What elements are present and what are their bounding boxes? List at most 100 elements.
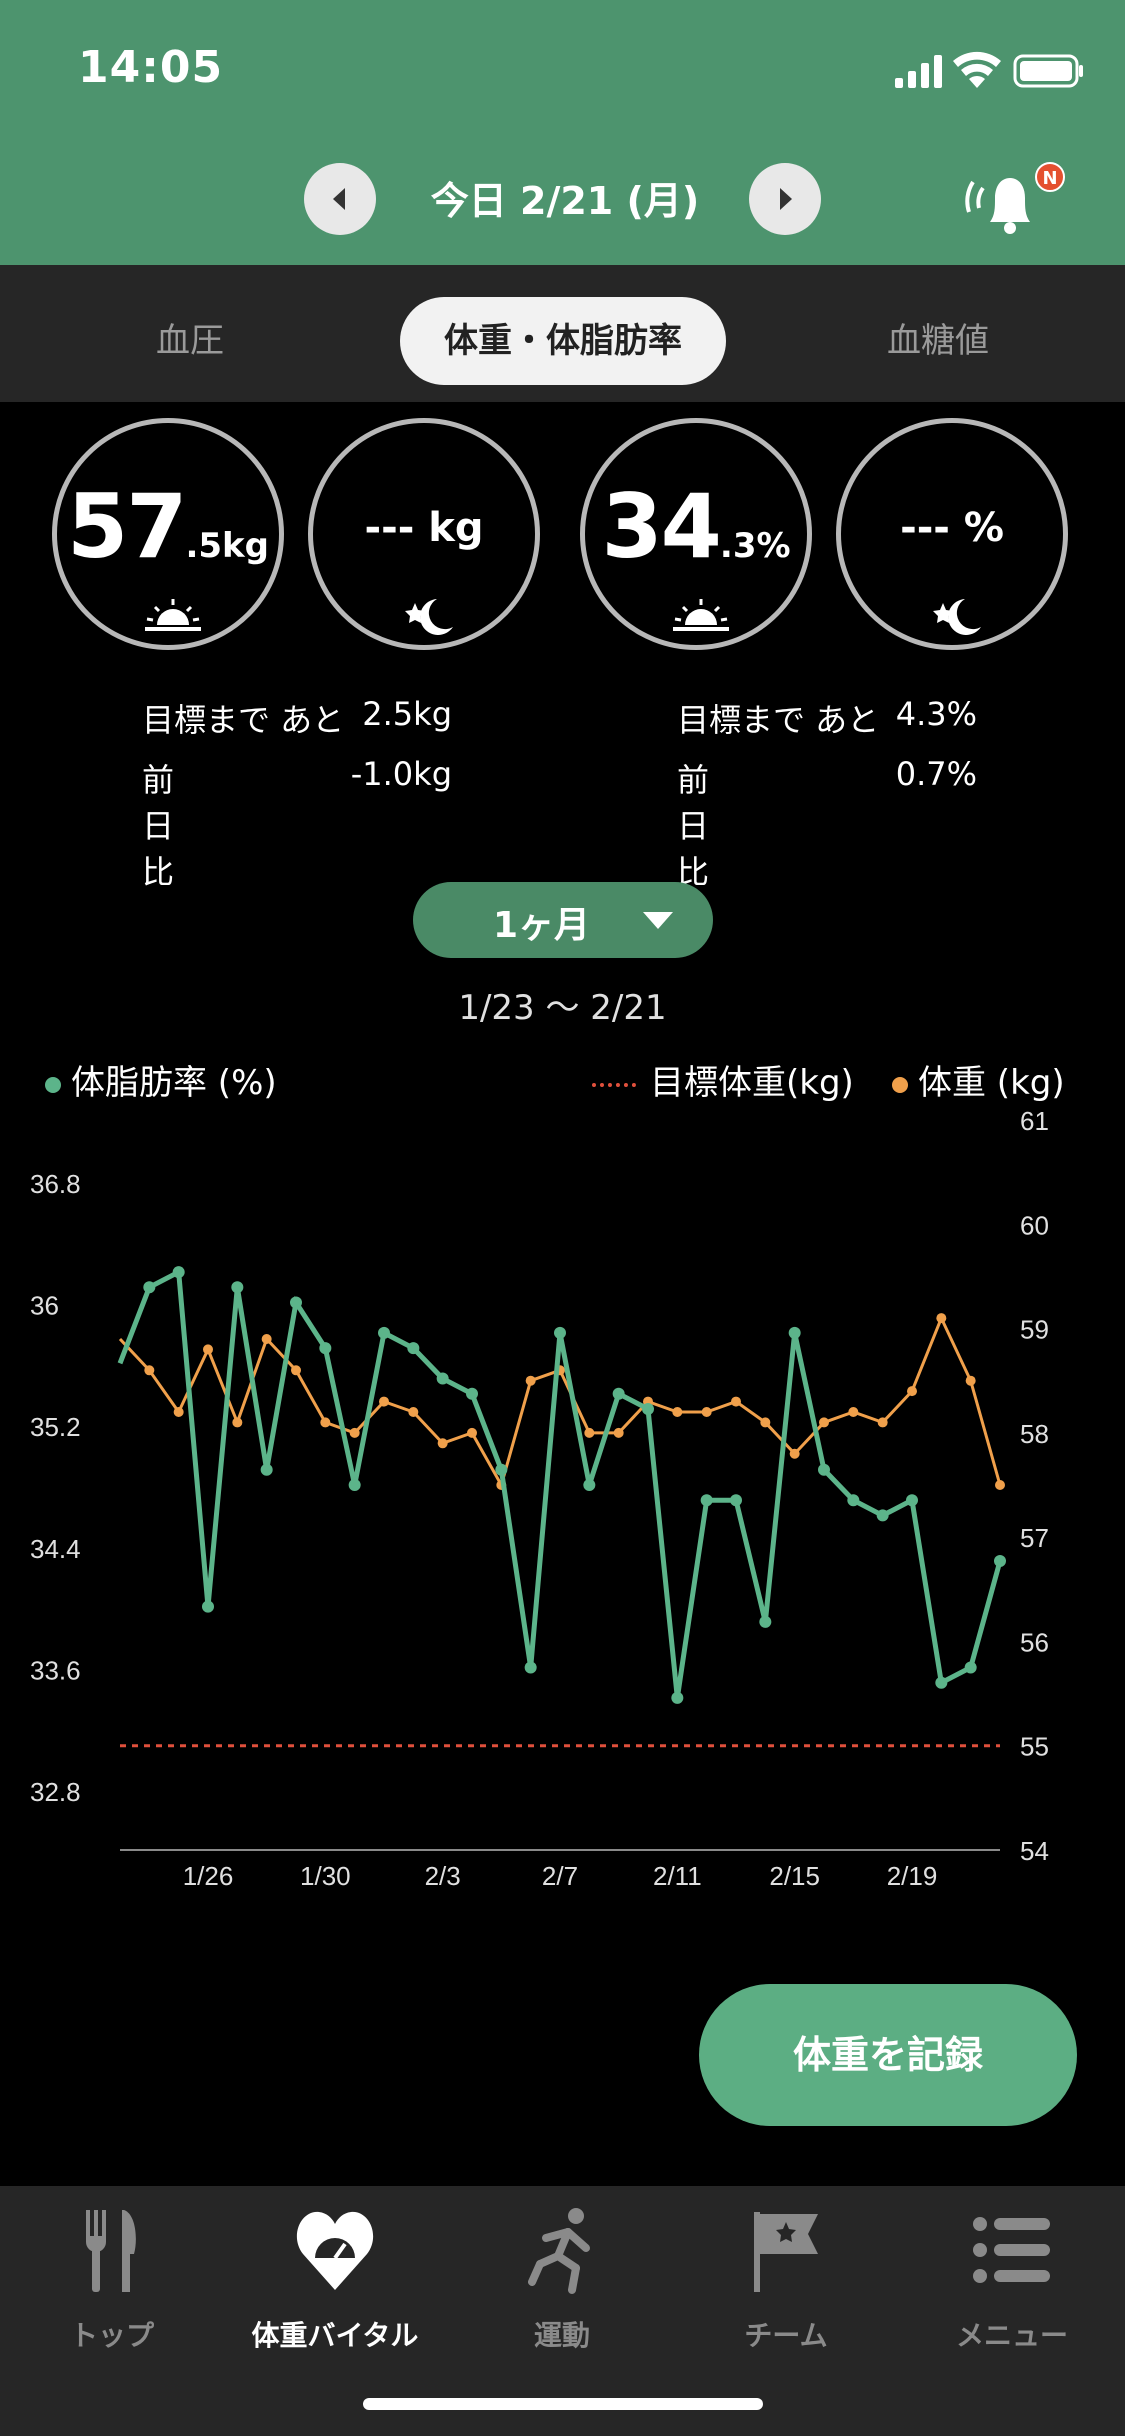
- weight-night-value: --- kg: [364, 505, 484, 551]
- legend-weight: 体重 (kg): [892, 1055, 1065, 1104]
- bodyfat-point: [407, 1342, 420, 1355]
- tab-blood-sugar[interactable]: 血糖値: [838, 297, 1038, 385]
- weight-night-circle[interactable]: --- kg: [308, 418, 540, 650]
- nav-menu[interactable]: メニュー: [912, 2206, 1112, 2356]
- weight-point: [379, 1396, 389, 1407]
- record-weight-button[interactable]: 体重を記録: [699, 1984, 1077, 2126]
- bodyfat-point: [994, 1555, 1006, 1568]
- bodyfat-point: [730, 1494, 742, 1507]
- sunrise-icon: [673, 599, 729, 631]
- nav-top-label: トップ: [69, 2319, 154, 2352]
- y-right-tick-label: 59: [1020, 1315, 1049, 1345]
- y-right-tick-label: 61: [1020, 1106, 1049, 1136]
- chevron-right-icon: [780, 188, 792, 210]
- bodyfat-point: [202, 1600, 214, 1613]
- fat-target-value: 4.3%: [895, 695, 977, 733]
- bodyfat-point: [348, 1479, 361, 1491]
- bodyfat-point: [847, 1494, 860, 1507]
- nav-weight-vital-label: 体重バイタル: [251, 2319, 419, 2352]
- date-navigator: 今日 2/21 (月): [0, 160, 1125, 240]
- weight-bodyfat-chart: 32.8 33.6 34.4 35.2 36 36.8 54 55 56 57 58 59 60 61 1/…: [30, 1106, 1049, 1891]
- weight-point: [408, 1407, 419, 1417]
- weight-point: [760, 1417, 771, 1428]
- weight-point: [173, 1407, 184, 1417]
- sunrise-icon: [145, 599, 201, 631]
- y-left-tick-label: 32.8: [30, 1777, 81, 1807]
- bodyfat-point: [143, 1281, 156, 1294]
- weight-point: [584, 1427, 595, 1438]
- weight-point: [525, 1375, 536, 1386]
- bodyfat-point: [788, 1326, 801, 1339]
- tab-blood-pressure[interactable]: 血圧: [100, 297, 280, 385]
- nav-weight-vital[interactable]: 体重バイタル: [235, 2206, 435, 2356]
- weight-point: [232, 1417, 243, 1428]
- weight-point: [467, 1427, 477, 1438]
- nav-exercise[interactable]: 運動: [462, 2206, 662, 2356]
- bodyfat-point: [260, 1463, 273, 1476]
- moon-star-icon: [933, 599, 981, 635]
- bodyfat-point: [554, 1326, 566, 1339]
- bodyfat-point: [172, 1266, 185, 1279]
- y-left-tick-label: 36.8: [30, 1169, 81, 1199]
- weight-point: [819, 1417, 829, 1428]
- weight-point: [848, 1407, 859, 1417]
- legend-target-label: 目標体重(kg): [650, 1063, 854, 1103]
- weight-point: [203, 1344, 213, 1355]
- previous-day-button[interactable]: [304, 163, 376, 235]
- bodyfat-point: [671, 1691, 684, 1704]
- bodyfat-point: [436, 1372, 449, 1385]
- menu-list-icon: [973, 2217, 1050, 2283]
- bodyfat-point: [876, 1509, 889, 1522]
- nav-team-label: チーム: [744, 2319, 828, 2352]
- weight-morning-circle[interactable]: 57.5kg: [52, 418, 284, 650]
- notification-badge: N: [1035, 162, 1065, 192]
- legend-weight-marker: [892, 1076, 908, 1093]
- weight-prev-value: -1.0kg: [350, 755, 452, 793]
- weight-point: [261, 1334, 272, 1344]
- bodyfat-point: [906, 1494, 918, 1507]
- x-tick-label: 1/30: [300, 1861, 351, 1891]
- app-header: 14:05 今日 2/21 (月) N: [0, 0, 1125, 265]
- x-tick-label: 1/26: [183, 1861, 234, 1891]
- weight-target-value: 2.5kg: [362, 695, 452, 733]
- bodyfat-night-circle[interactable]: --- %: [836, 418, 1068, 650]
- bodyfat-morning-circle[interactable]: 34.3%: [580, 418, 812, 650]
- nav-top[interactable]: トップ: [12, 2206, 212, 2356]
- bodyfat-point: [700, 1494, 713, 1507]
- y-left-tick-label: 33.6: [30, 1656, 81, 1686]
- y-left-tick-label: 36: [30, 1291, 59, 1321]
- weight-point: [291, 1365, 301, 1376]
- weight-morning-decimal: .5kg: [185, 526, 269, 566]
- bodyfat-night-value: --- %: [900, 505, 1004, 551]
- date-range: 1/23 ～ 2/21: [458, 988, 667, 1028]
- signal-icon: [895, 55, 942, 88]
- weight-point: [320, 1417, 331, 1428]
- x-tick-label: 2/11: [653, 1861, 702, 1891]
- legend-bodyfat: 体脂肪率 (%): [45, 1055, 277, 1104]
- bodyfat-point: [964, 1661, 977, 1674]
- weight-point: [877, 1417, 888, 1428]
- chevron-left-icon: [333, 188, 345, 210]
- bodyfat-point: [495, 1463, 508, 1476]
- next-day-button[interactable]: [749, 163, 821, 235]
- weight-point: [437, 1438, 448, 1449]
- period-label: 1ヶ月: [493, 905, 591, 946]
- legend-target-weight: 目標体重(kg): [592, 1055, 854, 1104]
- bodyfat-point: [759, 1615, 772, 1628]
- weight-point: [936, 1313, 947, 1324]
- nav-exercise-label: 運動: [533, 2319, 590, 2352]
- y-right-tick-label: 55: [1020, 1732, 1049, 1762]
- legend-bodyfat-marker: [45, 1076, 61, 1093]
- weight-point: [731, 1396, 741, 1407]
- period-dropdown[interactable]: 1ヶ月: [413, 882, 713, 958]
- nav-menu-label: メニュー: [955, 2319, 1068, 2352]
- moon-star-icon: [405, 599, 453, 635]
- weight-point: [349, 1427, 360, 1438]
- fat-prev-label: 前日比: [677, 761, 710, 891]
- tab-weight-bodyfat[interactable]: 体重・体脂肪率: [400, 297, 726, 385]
- status-icons: [895, 51, 1083, 88]
- status-time: 14:05: [78, 42, 224, 93]
- bodyfat-point: [378, 1326, 390, 1339]
- battery-icon: [1013, 54, 1083, 88]
- nav-team[interactable]: チーム: [686, 2206, 886, 2356]
